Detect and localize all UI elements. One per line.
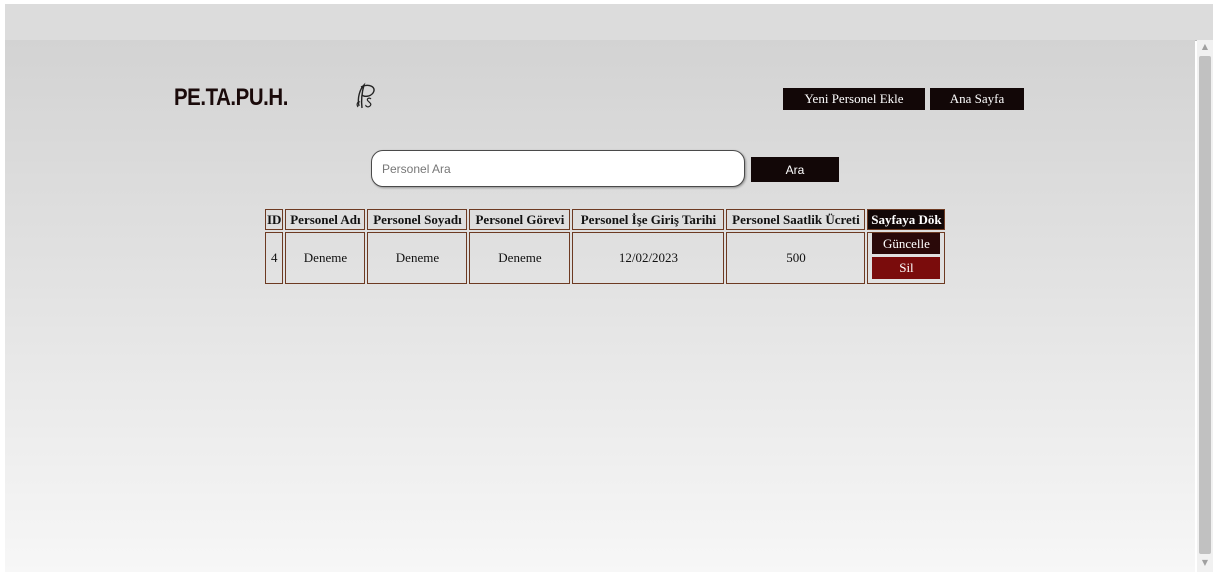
column-header-role: Personel Görevi [469,209,571,230]
new-personnel-button[interactable]: Yeni Personel Ekle [783,88,925,110]
column-header-id: ID [265,209,284,230]
ps-monogram-icon [356,82,375,109]
table-row: 4 Deneme Deneme Deneme 12/02/2023 500 Gü… [265,232,946,284]
cell-actions: Güncelle Sil [867,232,946,284]
personnel-table: ID Personel Adı Personel Soyadı Personel… [263,207,947,286]
cell-name: Deneme [285,232,366,284]
browser-top-bar [5,4,1213,41]
site-logo: PE.TA.PU.H. [174,84,288,111]
personnel-search-input[interactable] [371,150,745,187]
scroll-up-arrow-icon[interactable]: ▲ [1197,42,1213,54]
cell-hourly-wage: 500 [726,232,866,284]
scroll-thumb[interactable] [1199,56,1211,554]
column-header-surname: Personel Soyadı [367,209,468,230]
search-button[interactable]: Ara [751,157,839,182]
home-page-button[interactable]: Ana Sayfa [930,88,1024,110]
scroll-down-arrow-icon[interactable]: ▼ [1197,558,1213,570]
cell-id: 4 [265,232,284,284]
cell-role: Deneme [469,232,571,284]
cell-surname: Deneme [367,232,468,284]
column-header-export: Sayfaya Dök [867,209,946,230]
table-header-row: ID Personel Adı Personel Soyadı Personel… [265,209,946,230]
column-header-hourly-wage: Personel Saatlik Ücreti [726,209,866,230]
vertical-scrollbar[interactable]: ▲ ▼ [1197,40,1213,572]
column-header-start-date: Personel İşe Giriş Tarihi [572,209,725,230]
delete-button[interactable]: Sil [872,257,941,279]
update-button[interactable]: Güncelle [872,233,941,254]
cell-start-date: 12/02/2023 [572,232,725,284]
column-header-name: Personel Adı [285,209,366,230]
page-background [5,40,1195,572]
